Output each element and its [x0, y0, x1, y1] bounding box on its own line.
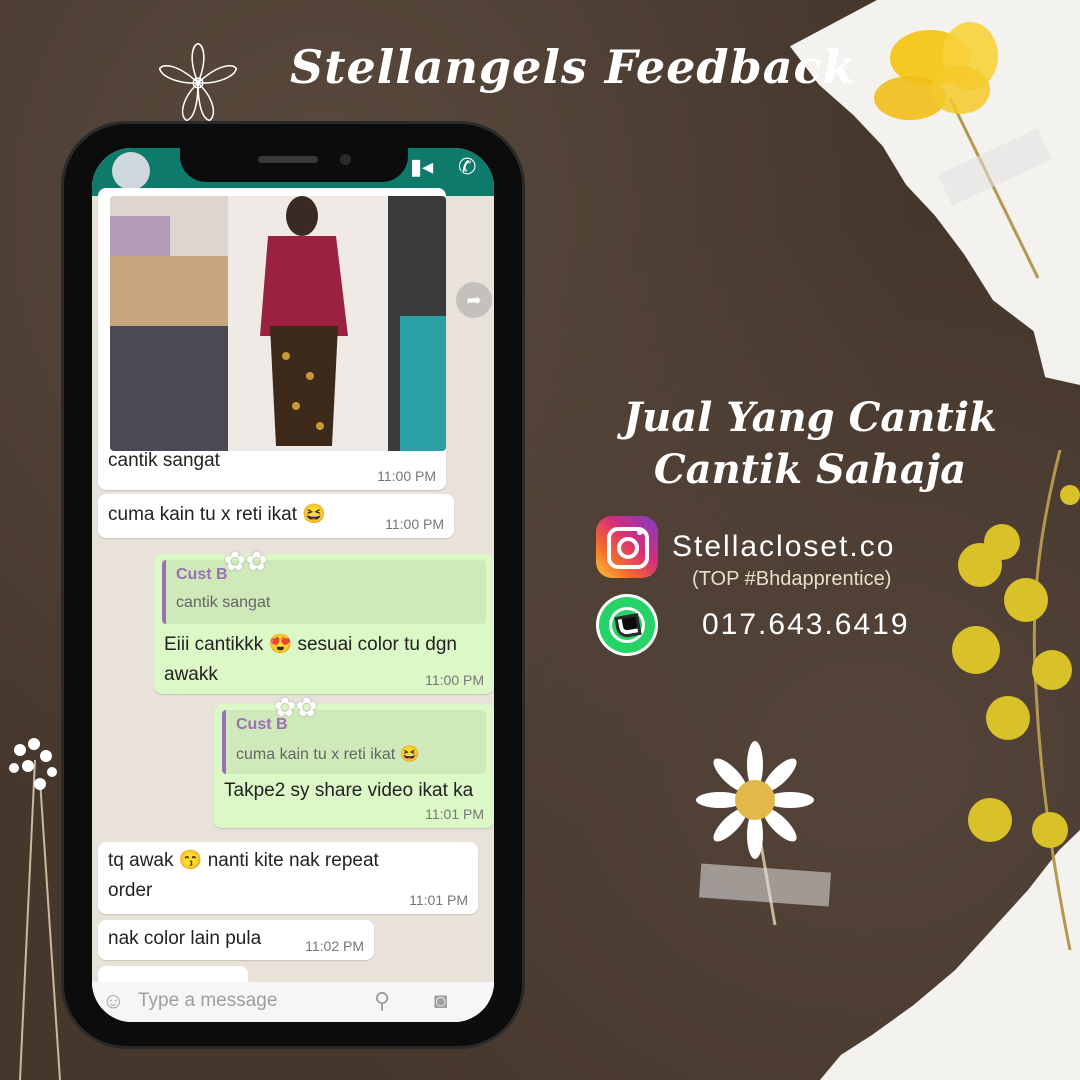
quoted-reply[interactable]: Cust B cantik sangat — [162, 560, 486, 624]
tagline-line: Jual Yang Cantik — [623, 394, 997, 441]
instagram-handle[interactable]: Stellacloset.co — [672, 530, 895, 564]
quoted-text: cantik sangat — [176, 594, 271, 611]
message-text: cuma kain tu x reti ikat 😆 — [108, 504, 326, 525]
phone-call-icon[interactable]: ✆ — [458, 154, 476, 180]
instagram-subtitle: (TOP #Bhdapprentice) — [692, 568, 892, 590]
daisy-sticker-icon: ✿✿ — [224, 546, 268, 576]
message-time: 11:00 PM — [425, 672, 484, 688]
tagline: Jual Yang Cantik Cantik Sahaja — [610, 392, 1010, 496]
whatsapp-icon[interactable] — [596, 594, 658, 656]
message-photo[interactable] — [110, 196, 446, 451]
message-time: 11:01 PM — [409, 892, 468, 908]
message-text: Takpe2 sy share video ikat ka — [224, 780, 474, 801]
whatsapp-number[interactable]: 017.643.6419 — [702, 608, 910, 642]
instagram-icon[interactable] — [596, 516, 658, 578]
emoji-icon[interactable]: ☺ — [102, 988, 124, 1014]
message-text: cantik sangat — [108, 450, 220, 471]
message-text: order — [108, 880, 153, 901]
message-time: 11:00 PM — [385, 516, 444, 532]
message-text: awakk — [164, 664, 218, 685]
message-text: Eiii cantikkk 😍 sesuai color tu dgn — [164, 634, 457, 655]
message-input-bar[interactable]: ☺ Type a message ⚲ ◙ — [92, 982, 494, 1022]
quoted-reply[interactable]: Cust B cuma kain tu x reti ikat 😆 — [222, 710, 486, 774]
attach-icon[interactable]: ⚲ — [374, 988, 390, 1014]
phone-camera — [340, 154, 351, 165]
outline-flower-icon — [158, 42, 238, 122]
camera-icon[interactable]: ◙ — [434, 988, 447, 1014]
tagline-line: Cantik Sahaja — [653, 446, 967, 493]
chat-message-incoming[interactable]: cantik sangat 11:00 PM — [98, 188, 446, 490]
message-text: tq awak 😙 nanti kite nak repeat — [108, 850, 379, 871]
daisy-sticker-icon: ✿✿ — [274, 692, 318, 722]
video-call-icon[interactable]: ▮◂ — [410, 154, 433, 180]
avatar[interactable] — [112, 152, 150, 190]
page-title: Stellangels Feedback — [290, 40, 856, 94]
message-text: nak color lain pula — [108, 928, 262, 949]
mimosa-branch-icon — [952, 450, 1080, 950]
chat-message-incoming[interactable]: cuma kain tu x reti ikat 😆 11:00 PM — [98, 494, 454, 538]
phone-screen: ▮◂ ✆ cantik sangat 11:00 PM cuma kain tu… — [92, 148, 494, 1022]
chat-message-outgoing[interactable]: Cust B cuma kain tu x reti ikat 😆 Takpe2… — [214, 704, 494, 828]
message-time: 11:01 PM — [425, 806, 484, 822]
chat-message-incoming[interactable]: nak color lain pula 11:02 PM — [98, 920, 374, 960]
quoted-sender: Cust B — [176, 566, 228, 583]
chat-message-incoming[interactable]: tq awak 😙 nanti kite nak repeat order 11… — [98, 842, 478, 914]
message-time: 11:02 PM — [305, 938, 364, 954]
chat-message-outgoing[interactable]: Cust B cantik sangat Eiii cantikkk 😍 ses… — [154, 554, 494, 694]
phone-speaker — [258, 156, 318, 163]
quoted-text: cuma kain tu x reti ikat 😆 — [236, 746, 420, 763]
message-input[interactable]: Type a message — [138, 990, 277, 1012]
forward-icon[interactable]: ➦ — [456, 282, 492, 318]
message-time: 11:00 PM — [377, 468, 436, 484]
